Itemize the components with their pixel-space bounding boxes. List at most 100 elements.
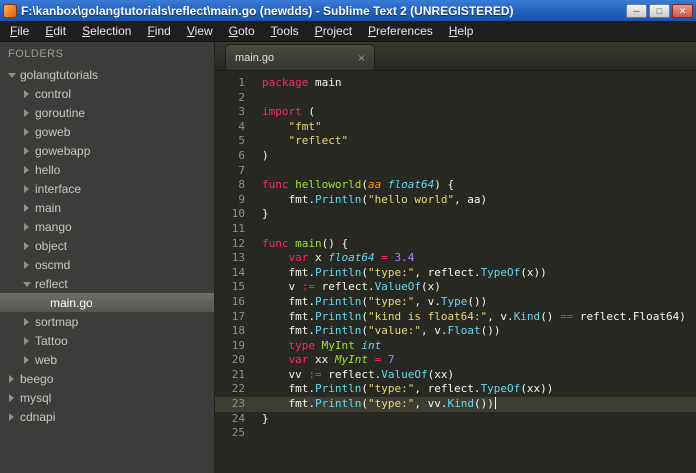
menu-bar: File Edit Selection Find View Goto Tools Projec…: [0, 21, 696, 42]
tree-item-label: mango: [35, 219, 72, 234]
tree-folder-object[interactable]: object: [0, 236, 214, 255]
chevron-right-icon: [7, 375, 20, 383]
menu-find[interactable]: Find: [139, 21, 178, 41]
tree-folder-interface[interactable]: interface: [0, 179, 214, 198]
tree-folder-goweb[interactable]: goweb: [0, 122, 214, 141]
menu-preferences[interactable]: Preferences: [360, 21, 441, 41]
code-line-1[interactable]: 1 package main: [215, 76, 696, 91]
code-text: }: [245, 412, 269, 427]
code-line-12[interactable]: 12 func main() {: [215, 237, 696, 252]
code-line-16[interactable]: 16 fmt.Println("type:", v.Type()): [215, 295, 696, 310]
tree-folder-main[interactable]: main: [0, 198, 214, 217]
code-line-19[interactable]: 19 type MyInt int: [215, 339, 696, 354]
menu-goto[interactable]: Goto: [221, 21, 263, 41]
code-line-15[interactable]: 15 v := reflect.ValueOf(x): [215, 280, 696, 295]
line-number: 21: [231, 367, 245, 381]
code-token: Println: [314, 397, 362, 411]
tree-folder-web[interactable]: web: [0, 350, 214, 369]
code-token: ()): [473, 397, 494, 411]
menu-file[interactable]: File: [2, 21, 37, 41]
sublime-app-icon: [3, 3, 17, 18]
tree-folder-hello[interactable]: hello: [0, 160, 214, 179]
menu-accelerator: F: [147, 24, 155, 38]
code-token: }: [262, 207, 269, 221]
code-token: , v.: [414, 294, 441, 308]
tree-folder-oscmd[interactable]: oscmd: [0, 255, 214, 274]
tree-folder-gowebapp[interactable]: gowebapp: [0, 141, 214, 160]
code-line-25[interactable]: 25: [215, 426, 696, 441]
menu-tools[interactable]: Tools: [263, 21, 307, 41]
code-line-10[interactable]: 10}: [215, 207, 696, 222]
tab-main.go[interactable]: main.go ×: [225, 44, 375, 70]
tree-item-label: beego: [20, 371, 54, 386]
code-line-4[interactable]: 4 "fmt": [215, 120, 696, 135]
tree-folder-cdnapi[interactable]: cdnapi: [0, 407, 214, 426]
code-token: (x)): [520, 265, 547, 279]
menu-view[interactable]: View: [179, 21, 221, 41]
code-line-11[interactable]: 11: [215, 222, 696, 237]
code-area[interactable]: 1 package main 2 3 import (4 "fmt" 5 "reflect…: [215, 71, 696, 473]
chevron-right-icon: [22, 261, 35, 269]
chevron-right-icon: [7, 413, 20, 421]
tab-close-icon[interactable]: ×: [346, 51, 365, 65]
code-line-24[interactable]: 24}: [215, 412, 696, 427]
tree-folder-reflect[interactable]: reflect: [0, 274, 214, 293]
minimize-button[interactable]: ─: [626, 3, 647, 18]
tree-folder-control[interactable]: control: [0, 84, 214, 103]
close-button[interactable]: ✕: [672, 3, 693, 18]
code-line-2[interactable]: 2: [215, 91, 696, 106]
code-line-8[interactable]: 8 func helloworld(aa float64) {: [215, 178, 696, 193]
code-line-13[interactable]: 13 var x float64 = 3.4: [215, 251, 696, 266]
editor-column: main.go × 1 package main 2 3 import (4 "fmt" 5…: [215, 42, 696, 473]
code-text: type MyInt int: [245, 338, 382, 354]
code-text: package main: [245, 76, 341, 91]
tree-folder-golangtutorials[interactable]: golangtutorials: [0, 65, 214, 84]
tree-item-label: goweb: [35, 124, 71, 139]
tree-file-main.go[interactable]: main.go: [0, 293, 214, 312]
code-line-3[interactable]: 3 import (: [215, 105, 696, 120]
code-line-20[interactable]: 20 var xx MyInt = 7: [215, 353, 696, 368]
tree-item-label: cdnapi: [20, 409, 56, 424]
tab-bar: main.go ×: [215, 42, 696, 71]
code-line-21[interactable]: 21 vv := reflect.ValueOf(xx): [215, 368, 696, 383]
code-token: (: [361, 309, 368, 323]
code-line-18[interactable]: 18 fmt.Println("value:", v.Float()): [215, 324, 696, 339]
tree-folder-mango[interactable]: mango: [0, 217, 214, 236]
tree-folder-goroutine[interactable]: goroutine: [0, 103, 214, 122]
code-token: (: [361, 324, 368, 338]
code-line-14[interactable]: 14 fmt.Println("type:", reflect.TypeOf(x…: [215, 266, 696, 281]
tree-folder-beego[interactable]: beego: [0, 369, 214, 388]
code-line-5[interactable]: 5 "reflect": [215, 134, 696, 149]
tree-folder-sortmap[interactable]: sortmap: [0, 312, 214, 331]
tree-item-label: gowebapp: [35, 143, 91, 158]
code-token: Println: [314, 309, 362, 323]
code-token: fmt.: [262, 309, 315, 323]
tree-item-label: control: [35, 86, 72, 101]
tree-item-label: mysql: [20, 390, 52, 405]
menu-help[interactable]: Help: [441, 21, 482, 41]
code-token: Kind: [513, 309, 541, 323]
code-token: Println: [314, 324, 362, 338]
tree-folder-tattoo[interactable]: Tattoo: [0, 331, 214, 350]
menu-accelerator: P: [368, 24, 377, 38]
menu-edit[interactable]: Edit: [37, 21, 74, 41]
code-line-23[interactable]: 23 fmt.Println("type:", vv.Kind()): [215, 397, 696, 412]
code-line-6[interactable]: 6): [215, 149, 696, 164]
chevron-right-icon: [22, 128, 35, 136]
tree-folder-mysql[interactable]: mysql: [0, 388, 214, 407]
code-text: v := reflect.ValueOf(x): [245, 280, 440, 295]
maximize-button[interactable]: □: [649, 3, 670, 18]
code-line-9[interactable]: 9 fmt.Println("hello world", aa): [215, 193, 696, 208]
chevron-right-icon: [22, 204, 35, 212]
code-line-7[interactable]: 7: [215, 164, 696, 179]
code-token: int: [361, 338, 382, 352]
code-token: func: [262, 236, 289, 250]
code-line-22[interactable]: 22 fmt.Println("type:", reflect.TypeOf(x…: [215, 382, 696, 397]
code-line-17[interactable]: 17 fmt.Println("kind is float64:", v.Kin…: [215, 310, 696, 325]
line-number: 19: [231, 338, 245, 352]
menu-project[interactable]: Project: [307, 21, 360, 41]
menu-selection[interactable]: Selection: [74, 21, 139, 41]
